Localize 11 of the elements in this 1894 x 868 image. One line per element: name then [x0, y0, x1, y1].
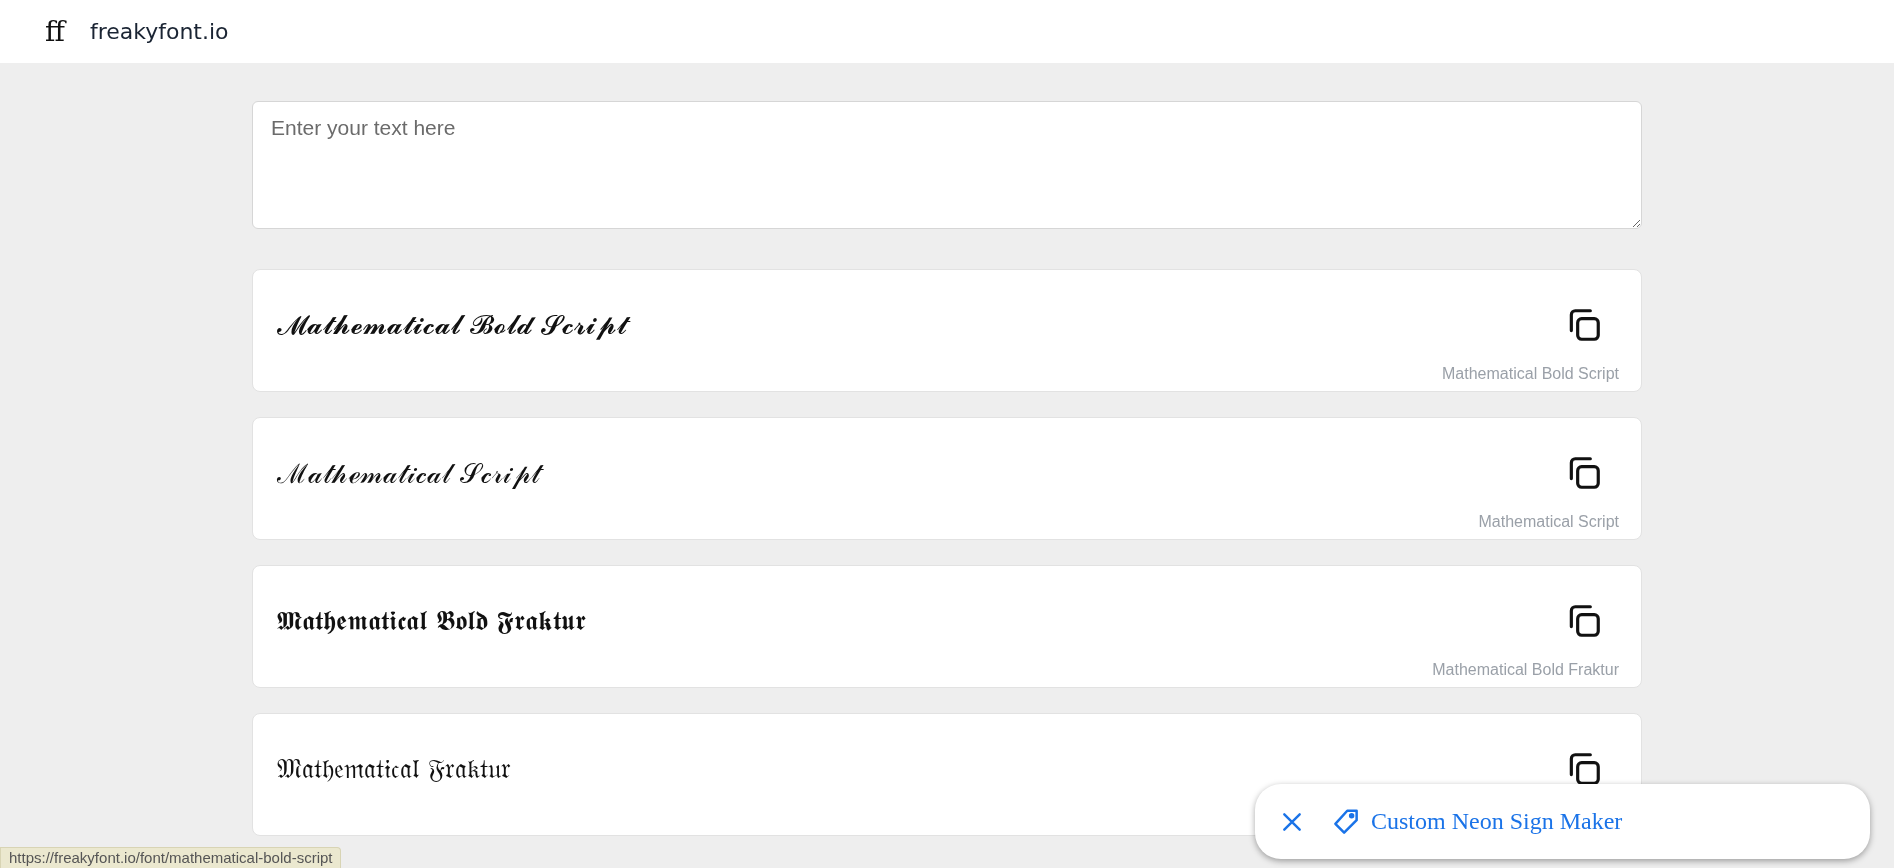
font-preview-text[interactable]: 𝕸𝖆𝖙𝖍𝖊𝖒𝖆𝖙𝖎𝖈𝖆𝖑 𝕭𝖔𝖑𝖉 𝕱𝖗𝖆𝖐𝖙𝖚𝖗 — [277, 604, 587, 637]
font-name-label: Mathematical Script — [1478, 513, 1619, 531]
text-input-field[interactable]: Enter your text here — [252, 101, 1642, 229]
font-preview-text[interactable]: 𝔐𝔞𝔱𝔥𝔢𝔪𝔞𝔱𝔦𝔠𝔞𝔩 𝔉𝔯𝔞𝔨𝔱𝔲𝔯 — [277, 752, 511, 785]
font-name-label: Mathematical Bold Script — [1442, 365, 1619, 383]
site-logo[interactable]: ff — [42, 13, 68, 50]
font-name-label: Mathematical Bold Fraktur — [1432, 661, 1619, 679]
site-name[interactable]: freakyfont.io — [89, 19, 229, 44]
close-icon[interactable] — [1281, 810, 1303, 833]
promo-link[interactable]: Custom Neon Sign Maker — [1371, 808, 1623, 835]
status-url: https://freakyfont.io/font/mathematical-bold-script — [9, 848, 333, 868]
